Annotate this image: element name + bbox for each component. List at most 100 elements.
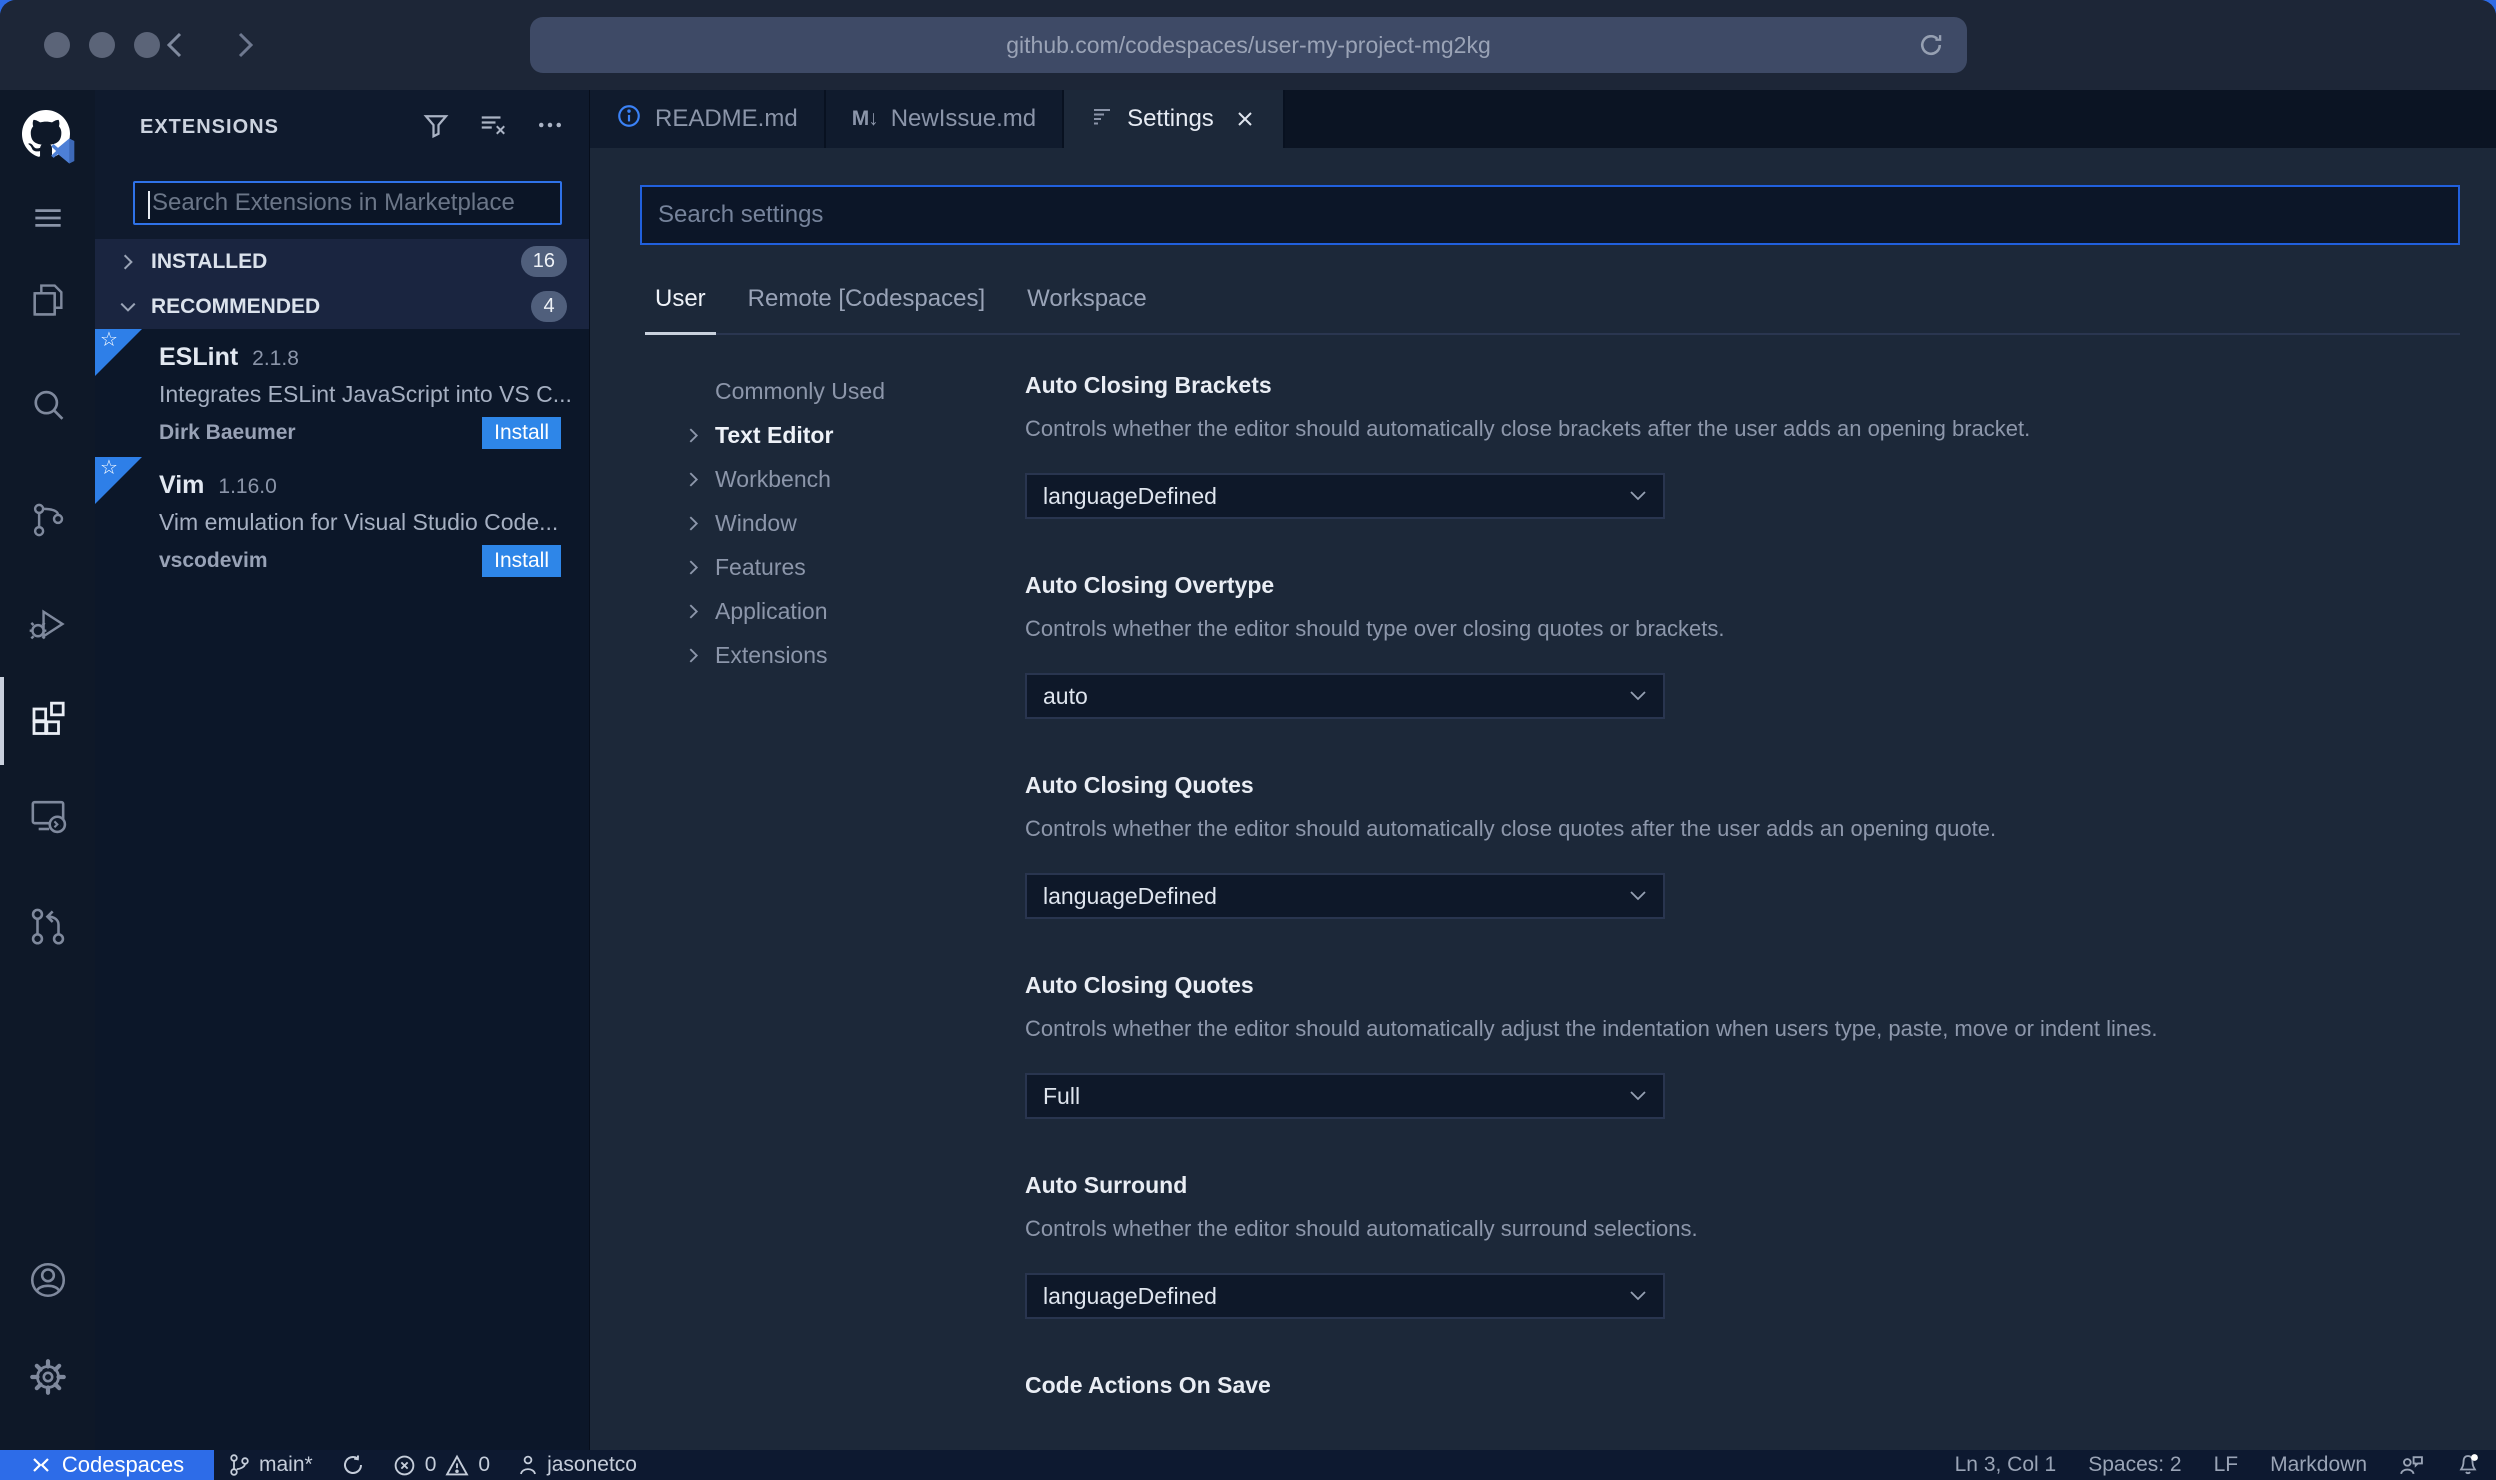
status-bar: Codespaces main* 0 0 jasonetco Ln 3, Col…	[0, 1450, 2496, 1480]
setting-value-dropdown[interactable]: languageDefined	[1025, 473, 1665, 519]
notifications-bell-icon[interactable]	[2440, 1450, 2496, 1480]
tab-readme[interactable]: README.md	[590, 90, 826, 148]
tab-label: NewIssue.md	[890, 105, 1037, 132]
chevron-icon	[119, 298, 139, 316]
run-debug-icon[interactable]	[0, 592, 95, 656]
setting-description: Controls whether the editor should autom…	[1025, 416, 2031, 441]
dropdown-value: auto	[1043, 682, 1088, 709]
extensions-search-box	[133, 181, 562, 225]
settings-scope-tab[interactable]: Remote [Codespaces]	[748, 285, 985, 333]
tab-label: Settings	[1127, 105, 1214, 132]
setting-item: Code Actions On Save	[1025, 1371, 2475, 1443]
extensions-section-header[interactable]: INSTALLED 16	[95, 239, 589, 284]
setting-value-dropdown[interactable]: languageDefined	[1025, 873, 1665, 919]
toc-item[interactable]: Text Editor	[685, 413, 995, 457]
toc-label: Extensions	[715, 641, 828, 668]
chevron-icon	[119, 253, 139, 271]
remote-label: Codespaces	[61, 1452, 185, 1477]
setting-title: Auto Surround	[1025, 1172, 1188, 1198]
toc-label: Features	[715, 553, 806, 580]
clear-extensions-input-icon[interactable]	[477, 110, 509, 145]
setting-title: Auto Closing Brackets	[1025, 372, 1272, 398]
extensions-section-header[interactable]: RECOMMENDED 4	[95, 284, 589, 329]
setting-title: Auto Closing Overtype	[1025, 572, 1275, 598]
github-pull-request-icon[interactable]	[0, 894, 95, 958]
toc-item[interactable]: Features	[685, 545, 995, 589]
toc-item[interactable]: Window	[685, 501, 995, 545]
install-button[interactable]: Install	[482, 417, 561, 449]
extension-author: Dirk Baeumer	[159, 421, 296, 444]
setting-value-dropdown[interactable]: languageDefined	[1025, 1273, 1665, 1319]
settings-scope-tab[interactable]: Workspace	[1027, 285, 1147, 333]
remote-indicator[interactable]: Codespaces	[0, 1450, 214, 1480]
setting-description	[1025, 1415, 2475, 1443]
account-icon[interactable]	[0, 1248, 95, 1312]
setting-value-dropdown[interactable]: auto	[1025, 673, 1665, 719]
section-label: INSTALLED	[151, 249, 268, 273]
filter-icon[interactable]	[421, 110, 451, 145]
toc-label: Commonly Used	[715, 377, 885, 404]
window-minimize-button[interactable]	[89, 32, 115, 58]
toc-label: Window	[715, 509, 797, 536]
extension-author: vscodevim	[159, 549, 268, 572]
reload-icon[interactable]	[1917, 31, 1945, 64]
setting-item: Auto Surround Controls whether the edito…	[1025, 1171, 2475, 1319]
toc-item[interactable]: Application	[685, 589, 995, 633]
window-maximize-button[interactable]	[134, 32, 160, 58]
eol-sequence[interactable]: LF	[2198, 1450, 2255, 1480]
source-control-icon[interactable]	[0, 488, 95, 552]
tab-newissue[interactable]: M↓ NewIssue.md	[825, 90, 1065, 148]
setting-item: Auto Closing Quotes Controls whether the…	[1025, 771, 2475, 919]
toc-item[interactable]: Commonly Used	[685, 369, 995, 413]
extensions-icon[interactable]	[0, 684, 95, 748]
tab-label: README.md	[655, 105, 798, 132]
chevron-icon	[685, 559, 715, 576]
extensions-search-input[interactable]	[135, 183, 560, 223]
sync-status[interactable]	[327, 1450, 379, 1480]
window-close-button[interactable]	[44, 32, 70, 58]
setting-value-dropdown[interactable]: Full	[1025, 1073, 1665, 1119]
settings-scope-tab[interactable]: User	[645, 285, 716, 335]
feedback-icon[interactable]	[2383, 1450, 2440, 1480]
menu-icon[interactable]	[0, 186, 95, 250]
settings-gear-icon[interactable]	[0, 1345, 95, 1409]
explorer-icon[interactable]	[0, 268, 95, 332]
more-actions-icon[interactable]	[535, 110, 565, 145]
extension-description: Vim emulation for Visual Studio Code...	[159, 509, 559, 535]
dropdown-value: Full	[1043, 1082, 1081, 1109]
github-codespaces-logo-icon[interactable]	[0, 104, 95, 168]
branch-status[interactable]: main*	[214, 1450, 327, 1480]
chevron-icon	[685, 471, 715, 488]
markdown-icon: M↓	[851, 107, 879, 130]
setting-item: Auto Closing Overtype Controls whether t…	[1025, 571, 2475, 719]
dropdown-value: languageDefined	[1043, 1282, 1217, 1309]
search-icon[interactable]	[0, 374, 95, 438]
text-cursor	[148, 191, 150, 219]
settings-search-input[interactable]	[642, 187, 2458, 243]
toc-item[interactable]: Workbench	[685, 457, 995, 501]
extension-list-item[interactable]: ☆ ESLint 2.1.8 Integrates ESLint JavaScr…	[95, 329, 589, 457]
language-mode[interactable]: Markdown	[2254, 1450, 2383, 1480]
branch-label: main*	[259, 1453, 313, 1476]
tab-settings[interactable]: Settings	[1064, 90, 1285, 148]
forward-icon[interactable]	[230, 26, 260, 64]
chevron-icon	[685, 603, 715, 620]
extension-list-item[interactable]: ☆ Vim 1.16.0 Vim emulation for Visual St…	[95, 457, 589, 585]
user-status[interactable]: jasonetco	[504, 1450, 651, 1480]
user-label: jasonetco	[547, 1453, 637, 1476]
sidebar-title: EXTENSIONS	[140, 116, 279, 138]
cursor-position[interactable]: Ln 3, Col 1	[1939, 1450, 2073, 1480]
install-button[interactable]: Install	[482, 545, 561, 577]
close-tab-icon[interactable]	[1233, 107, 1257, 131]
errors-count: 0	[424, 1453, 437, 1476]
remote-explorer-icon[interactable]	[0, 783, 95, 847]
indentation[interactable]: Spaces: 2	[2072, 1450, 2197, 1480]
toc-item[interactable]: Extensions	[685, 633, 995, 677]
back-icon[interactable]	[160, 26, 190, 64]
problems-status[interactable]: 0 0	[379, 1450, 504, 1480]
address-bar[interactable]: github.com/codespaces/user-my-project-mg…	[530, 17, 1967, 73]
setting-title: Auto Closing Quotes	[1025, 972, 1254, 998]
setting-item: Auto Closing Brackets Controls whether t…	[1025, 371, 2475, 519]
chevron-icon	[685, 427, 715, 444]
workbench: EXTENSIONS Search Extensions in Marketpl…	[0, 90, 2496, 1450]
